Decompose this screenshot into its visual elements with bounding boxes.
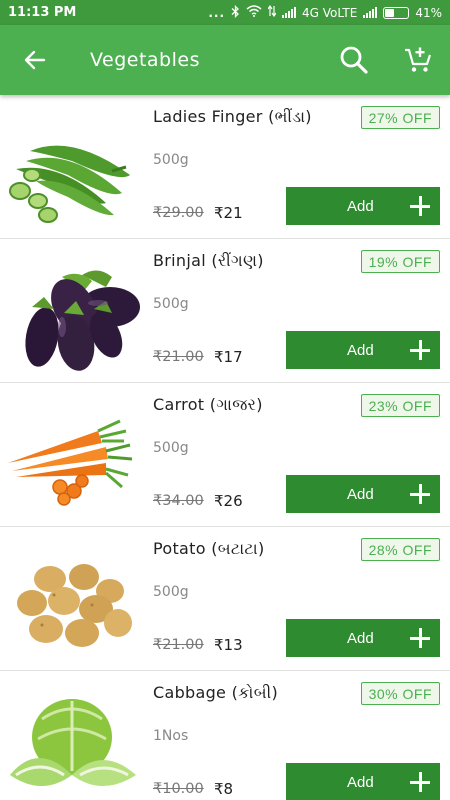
potato-image: [2, 535, 142, 663]
add-button-label: Add: [347, 773, 374, 791]
sale-price: ₹13: [214, 636, 243, 654]
carrot-image: [2, 391, 142, 519]
add-to-cart-button[interactable]: [386, 25, 450, 95]
search-icon: [340, 46, 368, 74]
discount-badge: 19% OFF: [360, 250, 440, 273]
signal-icon-2: [363, 7, 378, 18]
plus-icon: [410, 484, 430, 504]
sale-price: ₹17: [214, 348, 243, 366]
add-button[interactable]: Add: [286, 331, 440, 369]
product-quantity: 500g: [153, 440, 189, 456]
add-button[interactable]: Add: [286, 475, 440, 513]
back-button[interactable]: [0, 25, 70, 95]
sale-price: ₹21: [214, 204, 243, 222]
mrp-price: ₹29.00: [153, 205, 204, 221]
data-arrows-icon: [267, 4, 277, 20]
plus-icon: [410, 772, 430, 792]
product-name: Cabbage (કોબી): [153, 683, 278, 702]
network-type: 4G VoLTE: [302, 5, 358, 20]
sale-price: ₹8: [214, 780, 234, 798]
signal-icon: [282, 7, 297, 18]
cabbage-image: [2, 679, 142, 800]
product-quantity: 500g: [153, 296, 189, 312]
discount-badge: 23% OFF: [360, 394, 440, 417]
discount-badge: 27% OFF: [360, 106, 440, 129]
discount-badge: 30% OFF: [360, 682, 440, 705]
sale-price: ₹26: [214, 492, 243, 510]
wifi-icon: [246, 5, 262, 20]
back-arrow-icon: [24, 50, 46, 70]
add-button[interactable]: Add: [286, 187, 440, 225]
discount-badge: 28% OFF: [360, 538, 440, 561]
add-button-label: Add: [347, 197, 374, 215]
bluetooth-icon: [231, 4, 240, 21]
product-list: Ladies Finger (ભીંડા) 27% OFF 500g ₹29.0…: [0, 95, 450, 800]
status-time: 11:13 PM: [8, 5, 77, 20]
app-bar: Vegetables: [0, 25, 450, 95]
product-quantity: 500g: [153, 152, 189, 168]
add-button-label: Add: [347, 341, 374, 359]
product-quantity: 1Nos: [153, 728, 189, 744]
mrp-price: ₹34.00: [153, 493, 204, 509]
product-name: Brinjal (રીંગણ): [153, 251, 264, 270]
notification-dots: ...: [208, 5, 226, 20]
product-row-ladies-finger[interactable]: Ladies Finger (ભીંડા) 27% OFF 500g ₹29.0…: [0, 95, 450, 239]
add-button-label: Add: [347, 485, 374, 503]
page-title: Vegetables: [90, 49, 200, 71]
add-button[interactable]: Add: [286, 763, 440, 800]
product-quantity: 500g: [153, 584, 189, 600]
product-name: Ladies Finger (ભીંડા): [153, 107, 312, 126]
product-row-cabbage[interactable]: Cabbage (કોબી) 30% OFF 1Nos ₹10.00 ₹8 Ad…: [0, 671, 450, 800]
status-indicators: ... 4G VoLTE 41%: [208, 4, 442, 21]
battery-level: 41%: [415, 5, 442, 20]
okra-image: [2, 103, 142, 231]
product-name: Carrot (ગાજર): [153, 395, 263, 414]
product-row-potato[interactable]: Potato (બટાટા) 28% OFF 500g ₹21.00 ₹13 A…: [0, 527, 450, 671]
app-bar-actions: [322, 25, 450, 95]
product-name: Potato (બટાટા): [153, 539, 265, 558]
search-button[interactable]: [322, 25, 386, 95]
mrp-price: ₹21.00: [153, 637, 204, 653]
mrp-price: ₹21.00: [153, 349, 204, 365]
mrp-price: ₹10.00: [153, 781, 204, 797]
battery-icon: [383, 6, 410, 19]
add-button-label: Add: [347, 629, 374, 647]
add-to-cart-icon: [405, 47, 432, 72]
brinjal-image: [2, 247, 142, 375]
status-bar: 11:13 PM ... 4G VoLTE 41%: [0, 0, 450, 25]
add-button[interactable]: Add: [286, 619, 440, 657]
product-row-brinjal[interactable]: Brinjal (રીંગણ) 19% OFF 500g ₹21.00 ₹17 …: [0, 239, 450, 383]
plus-icon: [410, 340, 430, 360]
plus-icon: [410, 628, 430, 648]
product-row-carrot[interactable]: Carrot (ગાજર) 23% OFF 500g ₹34.00 ₹26 Ad…: [0, 383, 450, 527]
plus-icon: [410, 196, 430, 216]
